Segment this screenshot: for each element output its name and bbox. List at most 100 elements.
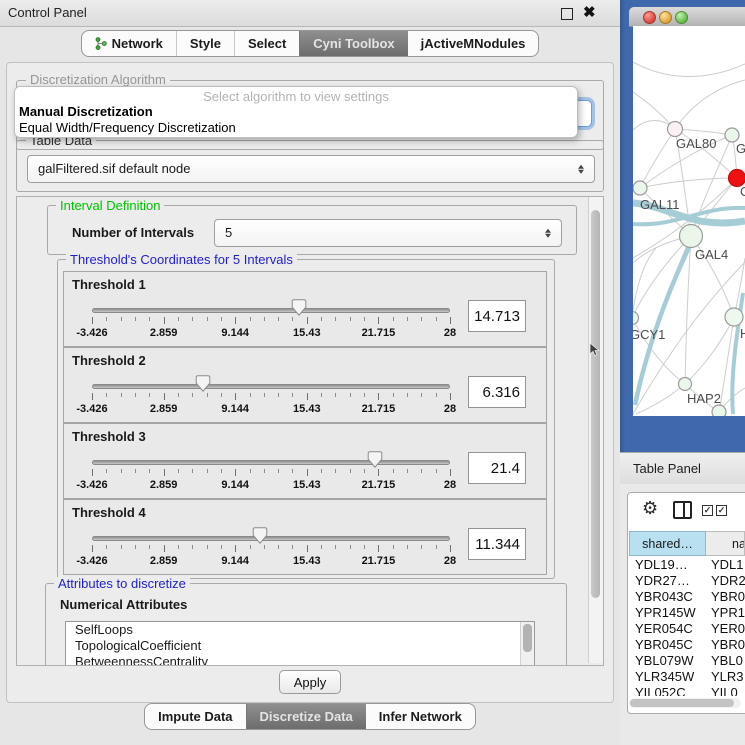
slider-track[interactable] bbox=[92, 308, 450, 313]
table-cell[interactable]: YLR345W bbox=[629, 669, 706, 685]
close-traffic-light-icon[interactable] bbox=[643, 11, 656, 24]
number-of-intervals-combobox[interactable]: 5 bbox=[214, 219, 562, 247]
tab-style[interactable]: Style bbox=[176, 31, 234, 56]
slider-tick bbox=[264, 469, 265, 473]
table-cell[interactable]: YBR045C bbox=[629, 637, 706, 653]
network-node[interactable] bbox=[633, 312, 639, 325]
table-cell[interactable]: YBR0 bbox=[706, 637, 745, 653]
threshold-4-slider[interactable]: -3.4262.8599.14415.4321.71528 bbox=[92, 500, 450, 574]
slider-thumb[interactable] bbox=[291, 299, 306, 316]
table-row[interactable]: YBL079WYBL0 bbox=[629, 653, 745, 669]
threshold-4-value-field[interactable] bbox=[468, 528, 526, 560]
menu-item-manual-discretization[interactable]: Manual Discretization bbox=[19, 104, 153, 119]
slider-tick bbox=[149, 469, 150, 473]
tab-network[interactable]: Network bbox=[82, 31, 176, 56]
attribute-item[interactable]: SelfLoops bbox=[66, 622, 534, 638]
slider-tick bbox=[235, 317, 236, 324]
table-cell[interactable]: YPR145W bbox=[629, 605, 706, 621]
slider-ticks bbox=[92, 469, 450, 478]
threshold-2-slider[interactable]: -3.4262.8599.14415.4321.71528 bbox=[92, 348, 450, 422]
table-horizontal-scrollbar[interactable] bbox=[629, 698, 741, 708]
threshold-1-slider[interactable]: -3.4262.8599.14415.4321.71528 bbox=[92, 272, 450, 346]
checkbox-icon[interactable]: ✓ bbox=[702, 505, 713, 516]
tab-jactivemnodules[interactable]: jActiveMNodules bbox=[408, 31, 539, 56]
zoom-traffic-light-icon[interactable] bbox=[675, 11, 688, 24]
settings-vertical-scrollbar[interactable] bbox=[588, 197, 603, 663]
table-cell[interactable]: YDL19… bbox=[629, 557, 706, 573]
gear-icon[interactable]: ⚙ bbox=[642, 498, 658, 519]
threshold-3-slider[interactable]: -3.4262.8599.14415.4321.71528 bbox=[92, 424, 450, 498]
numerical-attributes-list[interactable]: SelfLoopsTopologicalCoefficientBetweenne… bbox=[65, 621, 535, 666]
table-cell[interactable]: YBR0 bbox=[706, 589, 745, 605]
column-header-name[interactable]: na bbox=[706, 531, 745, 556]
table-cell[interactable]: YER0 bbox=[706, 621, 745, 637]
table-cell[interactable]: YBR043C bbox=[629, 589, 706, 605]
attribute-item[interactable]: BetweennessCentrality bbox=[66, 654, 534, 666]
attribute-item[interactable]: TopologicalCoefficient bbox=[66, 638, 534, 654]
network-node[interactable] bbox=[679, 378, 692, 391]
column-header-shared-name[interactable]: shared… bbox=[629, 531, 706, 556]
apply-button[interactable]: Apply bbox=[279, 670, 341, 694]
table-cell[interactable]: YBL0 bbox=[706, 653, 745, 669]
slider-thumb[interactable] bbox=[253, 527, 268, 544]
slider-track[interactable] bbox=[92, 536, 450, 541]
table-row[interactable]: YPR145WYPR1 bbox=[629, 605, 745, 621]
table-cell[interactable]: YBL079W bbox=[629, 653, 706, 669]
table-row[interactable]: YER054CYER0 bbox=[629, 621, 745, 637]
float-window-icon[interactable] bbox=[561, 8, 573, 20]
table-data-combobox[interactable]: galFiltered.sif default node bbox=[27, 155, 595, 183]
network-node[interactable] bbox=[668, 122, 683, 137]
network-node[interactable] bbox=[725, 128, 739, 142]
combo-spinner-icon[interactable] bbox=[578, 163, 585, 176]
table-cell[interactable]: YIL052C bbox=[629, 685, 706, 696]
close-icon[interactable]: ✖ bbox=[583, 3, 596, 21]
table-cell[interactable]: YDR27… bbox=[629, 573, 706, 589]
table-row[interactable]: YIL052CYIL0 bbox=[629, 685, 745, 696]
node-label: C bbox=[740, 184, 745, 199]
settings-scrollbar-thumb[interactable] bbox=[591, 210, 600, 598]
threshold-1-value-field[interactable] bbox=[468, 300, 526, 332]
network-icon bbox=[95, 37, 107, 50]
checkbox-icon[interactable]: ✓ bbox=[716, 505, 727, 516]
network-node[interactable] bbox=[725, 308, 743, 326]
table-cell[interactable]: YDR2 bbox=[706, 573, 745, 589]
slider-track[interactable] bbox=[92, 384, 450, 389]
network-view-canvas[interactable]: GAL80GCGAL11GAL4GCY1HHAP2 bbox=[633, 26, 745, 416]
tab-cyni-toolbox[interactable]: Cyni Toolbox bbox=[299, 31, 407, 56]
tab-infer-network[interactable]: Infer Network bbox=[366, 704, 475, 729]
table-row[interactable]: YBR043CYBR0 bbox=[629, 589, 745, 605]
tab-select[interactable]: Select bbox=[234, 31, 299, 56]
table-row[interactable]: YLR345WYLR3 bbox=[629, 669, 745, 685]
list-scrollbar[interactable] bbox=[520, 622, 534, 666]
table-row[interactable]: YBR045CYBR0 bbox=[629, 637, 745, 653]
threshold-3-value-field[interactable] bbox=[468, 452, 526, 484]
combo-spinner-icon[interactable] bbox=[545, 227, 552, 240]
table-row[interactable]: YDR27…YDR2 bbox=[629, 573, 745, 589]
list-scrollbar-thumb[interactable] bbox=[523, 624, 532, 652]
slider-thumb[interactable] bbox=[195, 375, 210, 392]
node-label: GAL11 bbox=[640, 197, 680, 212]
tab-label: Impute Data bbox=[158, 704, 232, 729]
slider-track[interactable] bbox=[92, 460, 450, 465]
table-cell[interactable]: YER054C bbox=[629, 621, 706, 637]
tab-impute-data[interactable]: Impute Data bbox=[145, 704, 245, 729]
table-cell[interactable]: YPR1 bbox=[706, 605, 745, 621]
slider-thumb[interactable] bbox=[367, 451, 382, 468]
network-node[interactable] bbox=[633, 181, 647, 195]
tab-discretize-data[interactable]: Discretize Data bbox=[246, 704, 366, 729]
table-cell[interactable]: YLR3 bbox=[706, 669, 745, 685]
minimize-traffic-light-icon[interactable] bbox=[659, 11, 672, 24]
threshold-2-value-field[interactable] bbox=[468, 376, 526, 408]
network-edge bbox=[640, 178, 737, 188]
menu-item-equal-width-frequency[interactable]: Equal Width/Frequency Discretization bbox=[19, 120, 236, 135]
slider-tick bbox=[335, 469, 336, 473]
slider-tick bbox=[135, 545, 136, 549]
split-columns-icon[interactable] bbox=[673, 501, 692, 519]
slider-tick bbox=[221, 393, 222, 397]
network-node[interactable] bbox=[712, 405, 726, 416]
network-node[interactable] bbox=[680, 225, 703, 248]
table-scrollbar-thumb[interactable] bbox=[630, 699, 734, 707]
table-cell[interactable]: YDL1 bbox=[706, 557, 745, 573]
table-cell[interactable]: YIL0 bbox=[706, 685, 745, 696]
table-row[interactable]: YDL19…YDL1 bbox=[629, 557, 745, 573]
